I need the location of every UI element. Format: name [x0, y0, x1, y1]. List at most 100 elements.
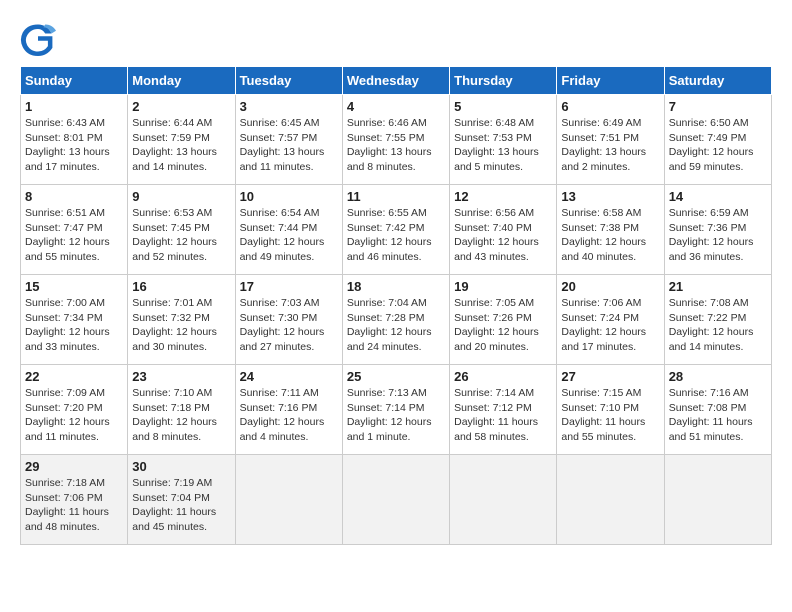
daylight: Daylight: 12 hours and 11 minutes.: [25, 416, 110, 443]
day-number: 17: [240, 279, 338, 294]
calendar-cell: 10 Sunrise: 6:54 AM Sunset: 7:44 PM Dayl…: [235, 185, 342, 275]
day-info: Sunrise: 7:14 AM Sunset: 7:12 PM Dayligh…: [454, 386, 552, 445]
calendar-cell: 19 Sunrise: 7:05 AM Sunset: 7:26 PM Dayl…: [450, 275, 557, 365]
logo-icon: [20, 20, 56, 56]
calendar-week-row: 29 Sunrise: 7:18 AM Sunset: 7:06 PM Dayl…: [21, 455, 772, 545]
day-info: Sunrise: 6:53 AM Sunset: 7:45 PM Dayligh…: [132, 206, 230, 265]
daylight: Daylight: 12 hours and 30 minutes.: [132, 326, 217, 353]
sunset: Sunset: 7:38 PM: [561, 222, 639, 234]
daylight: Daylight: 11 hours and 58 minutes.: [454, 416, 538, 443]
day-info: Sunrise: 6:59 AM Sunset: 7:36 PM Dayligh…: [669, 206, 767, 265]
day-info: Sunrise: 7:06 AM Sunset: 7:24 PM Dayligh…: [561, 296, 659, 355]
sunrise: Sunrise: 6:53 AM: [132, 207, 212, 219]
day-info: Sunrise: 7:00 AM Sunset: 7:34 PM Dayligh…: [25, 296, 123, 355]
day-number: 29: [25, 459, 123, 474]
daylight: Daylight: 12 hours and 8 minutes.: [132, 416, 217, 443]
sunrise: Sunrise: 7:19 AM: [132, 477, 212, 489]
day-info: Sunrise: 7:18 AM Sunset: 7:06 PM Dayligh…: [25, 476, 123, 535]
sunset: Sunset: 7:44 PM: [240, 222, 318, 234]
calendar-cell: 21 Sunrise: 7:08 AM Sunset: 7:22 PM Dayl…: [664, 275, 771, 365]
calendar-cell: 30 Sunrise: 7:19 AM Sunset: 7:04 PM Dayl…: [128, 455, 235, 545]
sunrise: Sunrise: 7:15 AM: [561, 387, 641, 399]
sunrise: Sunrise: 7:09 AM: [25, 387, 105, 399]
sunset: Sunset: 7:28 PM: [347, 312, 425, 324]
daylight: Daylight: 12 hours and 55 minutes.: [25, 236, 110, 263]
day-info: Sunrise: 7:19 AM Sunset: 7:04 PM Dayligh…: [132, 476, 230, 535]
calendar-week-row: 22 Sunrise: 7:09 AM Sunset: 7:20 PM Dayl…: [21, 365, 772, 455]
calendar-cell: 20 Sunrise: 7:06 AM Sunset: 7:24 PM Dayl…: [557, 275, 664, 365]
calendar-cell: 18 Sunrise: 7:04 AM Sunset: 7:28 PM Dayl…: [342, 275, 449, 365]
weekday-header: Sunday: [21, 67, 128, 95]
daylight: Daylight: 12 hours and 4 minutes.: [240, 416, 325, 443]
sunrise: Sunrise: 7:05 AM: [454, 297, 534, 309]
day-info: Sunrise: 7:08 AM Sunset: 7:22 PM Dayligh…: [669, 296, 767, 355]
day-number: 16: [132, 279, 230, 294]
day-number: 2: [132, 99, 230, 114]
sunset: Sunset: 7:24 PM: [561, 312, 639, 324]
sunrise: Sunrise: 7:10 AM: [132, 387, 212, 399]
sunset: Sunset: 7:16 PM: [240, 402, 318, 414]
sunset: Sunset: 7:40 PM: [454, 222, 532, 234]
daylight: Daylight: 12 hours and 27 minutes.: [240, 326, 325, 353]
sunset: Sunset: 7:55 PM: [347, 132, 425, 144]
calendar-cell: 25 Sunrise: 7:13 AM Sunset: 7:14 PM Dayl…: [342, 365, 449, 455]
day-number: 1: [25, 99, 123, 114]
sunrise: Sunrise: 6:59 AM: [669, 207, 749, 219]
calendar-cell: 5 Sunrise: 6:48 AM Sunset: 7:53 PM Dayli…: [450, 95, 557, 185]
sunrise: Sunrise: 7:14 AM: [454, 387, 534, 399]
sunrise: Sunrise: 6:46 AM: [347, 117, 427, 129]
sunrise: Sunrise: 6:58 AM: [561, 207, 641, 219]
sunset: Sunset: 8:01 PM: [25, 132, 103, 144]
day-info: Sunrise: 6:46 AM Sunset: 7:55 PM Dayligh…: [347, 116, 445, 175]
daylight: Daylight: 13 hours and 5 minutes.: [454, 146, 539, 173]
daylight: Daylight: 12 hours and 17 minutes.: [561, 326, 646, 353]
calendar-table: SundayMondayTuesdayWednesdayThursdayFrid…: [20, 66, 772, 545]
sunrise: Sunrise: 6:54 AM: [240, 207, 320, 219]
calendar-cell: [235, 455, 342, 545]
sunset: Sunset: 7:22 PM: [669, 312, 747, 324]
calendar-cell: [342, 455, 449, 545]
day-info: Sunrise: 6:55 AM Sunset: 7:42 PM Dayligh…: [347, 206, 445, 265]
sunrise: Sunrise: 7:01 AM: [132, 297, 212, 309]
day-number: 27: [561, 369, 659, 384]
day-info: Sunrise: 6:44 AM Sunset: 7:59 PM Dayligh…: [132, 116, 230, 175]
calendar-cell: 9 Sunrise: 6:53 AM Sunset: 7:45 PM Dayli…: [128, 185, 235, 275]
calendar-cell: 8 Sunrise: 6:51 AM Sunset: 7:47 PM Dayli…: [21, 185, 128, 275]
sunrise: Sunrise: 6:51 AM: [25, 207, 105, 219]
calendar-week-row: 15 Sunrise: 7:00 AM Sunset: 7:34 PM Dayl…: [21, 275, 772, 365]
day-info: Sunrise: 7:10 AM Sunset: 7:18 PM Dayligh…: [132, 386, 230, 445]
weekday-header: Thursday: [450, 67, 557, 95]
logo: [20, 20, 62, 56]
sunrise: Sunrise: 6:43 AM: [25, 117, 105, 129]
page-header: [20, 20, 772, 56]
sunset: Sunset: 7:57 PM: [240, 132, 318, 144]
sunset: Sunset: 7:49 PM: [669, 132, 747, 144]
calendar-cell: 28 Sunrise: 7:16 AM Sunset: 7:08 PM Dayl…: [664, 365, 771, 455]
day-number: 24: [240, 369, 338, 384]
sunrise: Sunrise: 6:49 AM: [561, 117, 641, 129]
sunrise: Sunrise: 6:45 AM: [240, 117, 320, 129]
daylight: Daylight: 12 hours and 36 minutes.: [669, 236, 754, 263]
day-number: 8: [25, 189, 123, 204]
daylight: Daylight: 12 hours and 43 minutes.: [454, 236, 539, 263]
calendar-cell: 6 Sunrise: 6:49 AM Sunset: 7:51 PM Dayli…: [557, 95, 664, 185]
daylight: Daylight: 13 hours and 11 minutes.: [240, 146, 325, 173]
day-number: 6: [561, 99, 659, 114]
sunset: Sunset: 7:20 PM: [25, 402, 103, 414]
day-number: 23: [132, 369, 230, 384]
sunset: Sunset: 7:14 PM: [347, 402, 425, 414]
day-number: 4: [347, 99, 445, 114]
sunset: Sunset: 7:10 PM: [561, 402, 639, 414]
day-number: 18: [347, 279, 445, 294]
day-info: Sunrise: 7:13 AM Sunset: 7:14 PM Dayligh…: [347, 386, 445, 445]
day-info: Sunrise: 6:50 AM Sunset: 7:49 PM Dayligh…: [669, 116, 767, 175]
daylight: Daylight: 11 hours and 48 minutes.: [25, 506, 109, 533]
day-number: 14: [669, 189, 767, 204]
day-info: Sunrise: 6:45 AM Sunset: 7:57 PM Dayligh…: [240, 116, 338, 175]
day-info: Sunrise: 7:11 AM Sunset: 7:16 PM Dayligh…: [240, 386, 338, 445]
daylight: Daylight: 11 hours and 45 minutes.: [132, 506, 216, 533]
calendar-week-row: 1 Sunrise: 6:43 AM Sunset: 8:01 PM Dayli…: [21, 95, 772, 185]
daylight: Daylight: 13 hours and 8 minutes.: [347, 146, 432, 173]
day-info: Sunrise: 6:54 AM Sunset: 7:44 PM Dayligh…: [240, 206, 338, 265]
daylight: Daylight: 12 hours and 20 minutes.: [454, 326, 539, 353]
